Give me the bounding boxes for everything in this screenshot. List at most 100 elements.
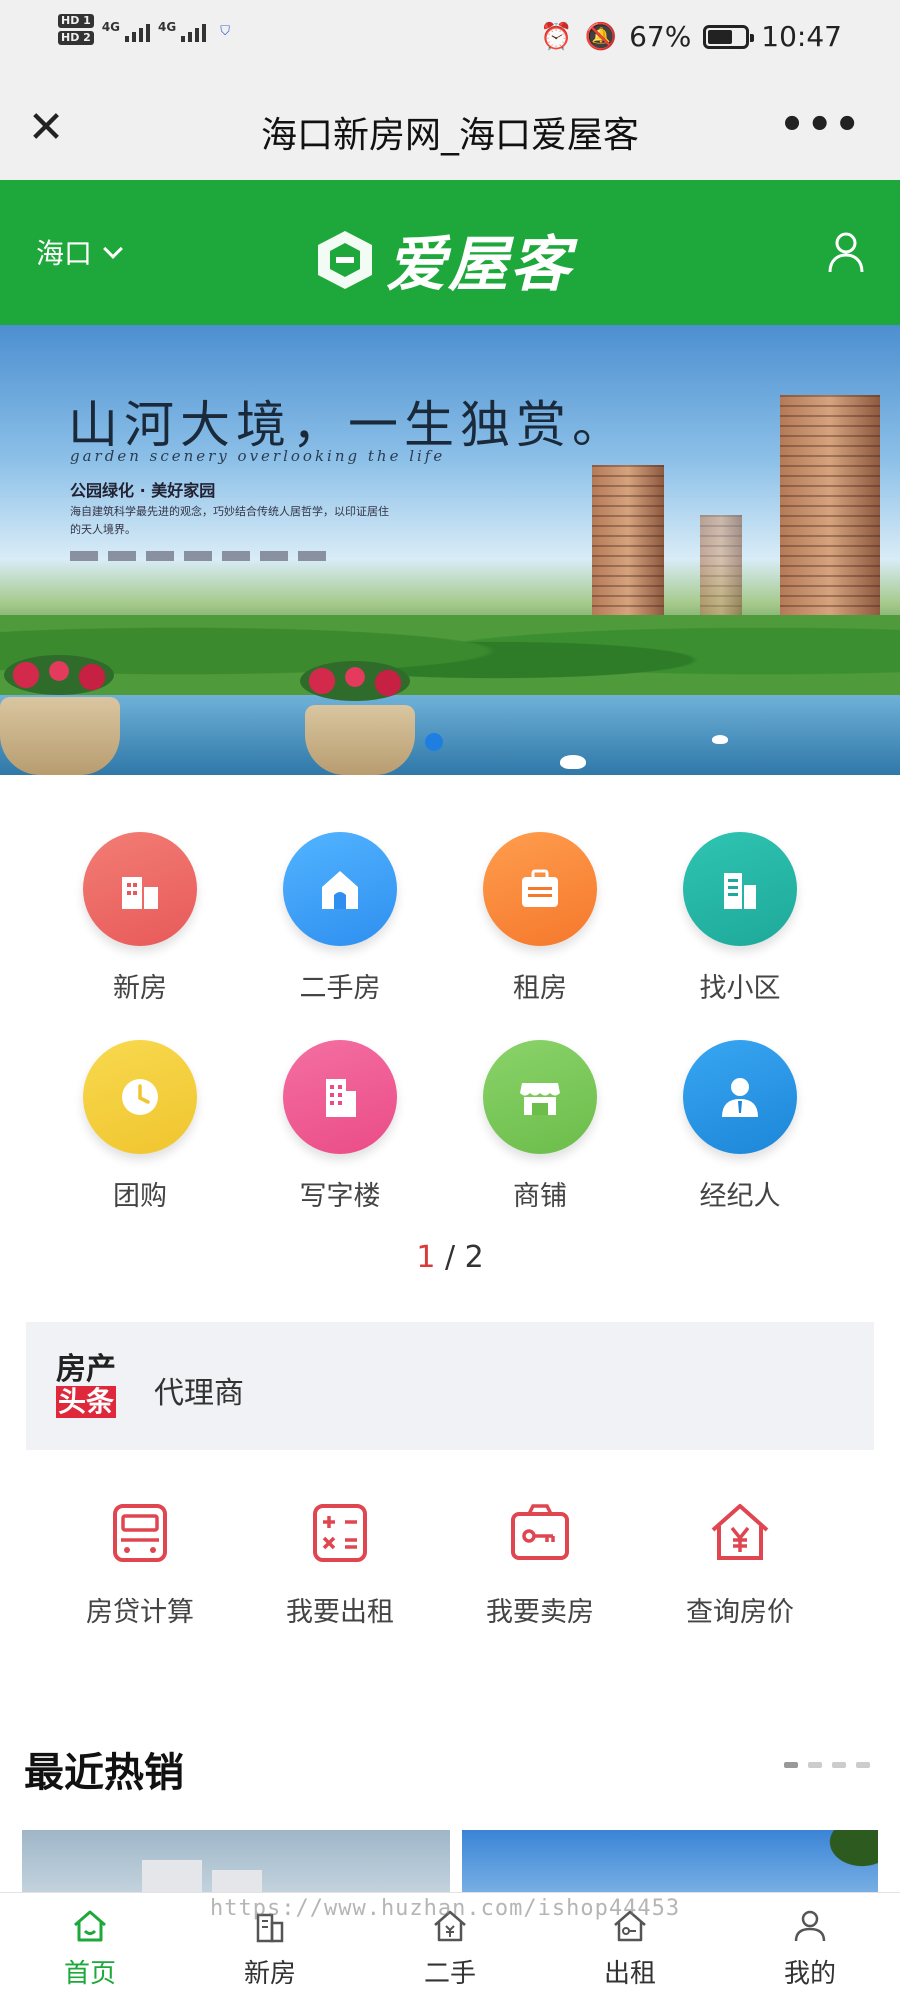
user-icon — [794, 1910, 826, 1942]
category-label: 写字楼 — [299, 1181, 381, 1212]
hot-carousel-indicator — [784, 1762, 870, 1768]
mute-icon: 🔕 — [584, 21, 618, 52]
category-agent[interactable]: 经纪人 — [650, 1040, 830, 1213]
office-icon — [326, 1079, 356, 1117]
news-badge-top: 房产 — [56, 1352, 116, 1387]
category-circle — [683, 832, 797, 946]
nav-label: 我的 — [783, 1959, 836, 1989]
news-badge-bottom: 头条 — [56, 1385, 117, 1418]
banner-trees — [0, 615, 900, 705]
status-bar: HD 1 HD 2 4G 4G ⛉ ⏰ 🔕 67% 10:47 — [0, 0, 900, 78]
category-circle — [483, 1040, 597, 1154]
tool-label: 我要卖房 — [486, 1597, 594, 1628]
more-icon[interactable]: ••• — [779, 102, 862, 148]
category-label: 团购 — [113, 1181, 167, 1212]
city-label: 海口 — [36, 237, 93, 270]
network-type-1: 4G — [101, 20, 121, 34]
category-circle — [283, 832, 397, 946]
carousel-dot[interactable] — [856, 1762, 870, 1768]
home-icon — [74, 1910, 106, 1942]
battery-icon — [703, 24, 755, 49]
category-office[interactable]: 写字楼 — [250, 1040, 430, 1213]
carousel-dot[interactable] — [808, 1762, 822, 1768]
carousel-dot[interactable] — [425, 733, 443, 751]
card-palm — [798, 1830, 878, 1890]
key-card-icon — [511, 1504, 569, 1560]
pager-current: 1 — [416, 1240, 436, 1275]
section-title-hot: 最近热销 — [24, 1750, 184, 1796]
shield-icon: ⛉ — [220, 23, 230, 39]
battery-percent: 67% — [629, 20, 692, 53]
hd1-label: HD 1 — [58, 14, 94, 28]
agent-icon — [722, 1078, 758, 1117]
category-circle — [683, 1040, 797, 1154]
briefcase-icon — [522, 869, 558, 907]
banner-desc: 海自建筑科学最先进的观念，巧妙结合传统人居哲学，以印证居住的天人境界。 — [70, 505, 389, 536]
category-label: 二手房 — [299, 973, 381, 1004]
status-right: ⏰ 🔕 67% 10:47 — [540, 20, 842, 53]
banner-flowers — [4, 655, 114, 695]
tool-house-price[interactable]: 查询房价 — [640, 1500, 840, 1629]
category-label: 商铺 — [513, 1181, 567, 1212]
category-group-buy[interactable]: 团购 — [50, 1040, 230, 1213]
category-new-house[interactable]: 新房 — [50, 832, 230, 1005]
community-icon — [724, 873, 756, 909]
tool-rent-out[interactable]: 我要出租 — [240, 1500, 440, 1629]
chevron-down-icon — [103, 239, 123, 259]
page-title: 海口新房网_海口爱屋客 — [260, 115, 639, 156]
category-label: 经纪人 — [699, 1181, 781, 1212]
category-circle — [83, 1040, 197, 1154]
banner-urn — [305, 705, 415, 775]
calc-grid-icon — [313, 1504, 367, 1562]
clock-icon — [122, 1079, 158, 1115]
category-community[interactable]: 找小区 — [650, 832, 830, 1005]
news-ticker[interactable]: 房产 头条 代理商 — [26, 1322, 874, 1450]
banner-urn — [0, 697, 120, 775]
alarm-icon: ⏰ — [540, 21, 573, 52]
category-circle — [483, 832, 597, 946]
hd2-label: HD 2 — [58, 31, 94, 45]
tool-label: 查询房价 — [686, 1597, 794, 1628]
nav-mine[interactable]: 我的 — [720, 1893, 900, 2000]
category-circle — [283, 1040, 397, 1154]
banner-sub: 公园绿化 · 美好家园 — [70, 481, 216, 500]
nav-label: 二手 — [423, 1959, 476, 1989]
category-circle — [83, 832, 197, 946]
nav-label: 出租 — [603, 1959, 656, 1989]
nav-label: 新房 — [243, 1959, 296, 1989]
user-icon[interactable] — [826, 230, 866, 274]
shop-icon — [520, 1083, 560, 1115]
category-second-hand[interactable]: 二手房 — [250, 832, 430, 1005]
category-label: 新房 — [113, 973, 167, 1004]
category-label: 找小区 — [699, 973, 781, 1004]
signal-icon: 4G — [101, 20, 151, 42]
house-price-icon — [711, 1504, 769, 1560]
carousel-dot[interactable] — [832, 1762, 846, 1768]
nav-home[interactable]: 首页 — [0, 1893, 180, 2000]
clock: 10:47 — [761, 20, 842, 53]
tool-mortgage-calc[interactable]: 房贷计算 — [40, 1500, 240, 1629]
category-pager: 1 / 2 — [0, 1240, 900, 1275]
news-headline[interactable]: 代理商 — [154, 1368, 244, 1412]
banner-water — [0, 695, 900, 775]
category-rent[interactable]: 租房 — [450, 832, 630, 1005]
site-logo[interactable]: 爱屋客 — [316, 216, 572, 303]
title-bar: ✕ 海口新房网_海口爱屋客 ••• — [0, 78, 900, 180]
category-label: 租房 — [513, 973, 567, 1004]
category-shop[interactable]: 商铺 — [450, 1040, 630, 1213]
nav-label: 首页 — [63, 1959, 116, 1989]
promo-banner[interactable]: 山河大境，一生独赏。 garden scenery overlooking th… — [0, 325, 900, 775]
status-left: HD 1 HD 2 4G 4G ⛉ — [58, 14, 230, 48]
banner-subtitle-en: garden scenery overlooking the life — [70, 447, 446, 465]
city-selector[interactable]: 海口 — [36, 232, 123, 272]
carousel-dot[interactable] — [784, 1762, 798, 1768]
hot-listing-card[interactable] — [22, 1830, 450, 1900]
network-type-2: 4G — [158, 20, 177, 34]
banner-flowers — [300, 661, 410, 701]
tool-sell-house[interactable]: 我要卖房 — [440, 1500, 640, 1629]
calculator-icon — [113, 1504, 167, 1562]
building-icon — [122, 877, 158, 909]
signal-icon-2: 4G — [158, 20, 207, 42]
logo-mark-icon — [318, 230, 372, 289]
hot-listing-card[interactable] — [462, 1830, 878, 1900]
